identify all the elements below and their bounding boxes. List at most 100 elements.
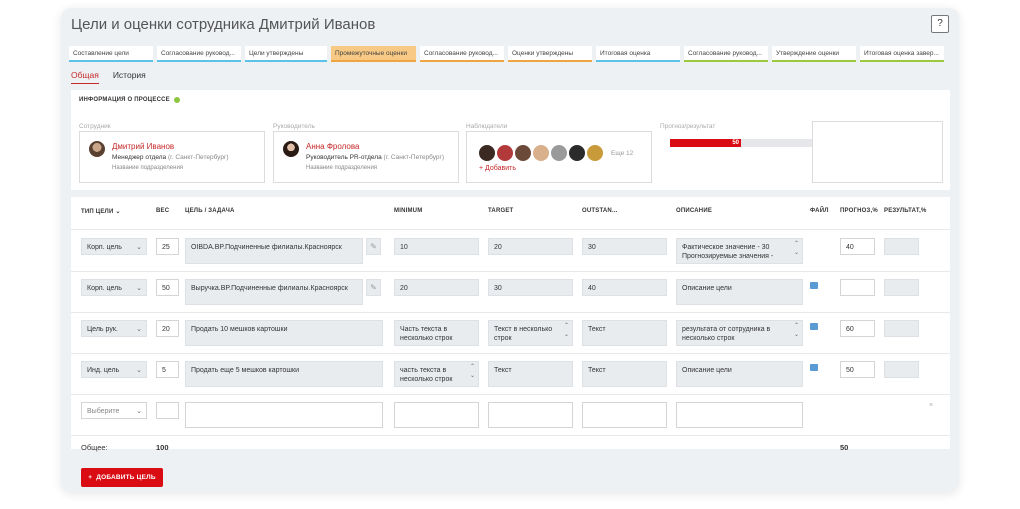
edit-pencil-icon[interactable]: ✎ (366, 279, 381, 296)
manager-role: Руководитель PR-отдела (г. Санкт-Петербу… (306, 154, 444, 161)
new-weight-input[interactable] (156, 402, 179, 419)
minimum-textarea[interactable]: часть текста в несколько строк и... ⌃⌄ (394, 361, 479, 387)
goal-input[interactable]: OIBDA.BP.Подчиненные филиалы.Красноярск (185, 238, 363, 264)
target-input[interactable]: 30 (488, 279, 573, 296)
outstanding-input[interactable]: 30 (582, 238, 667, 255)
goals-table: ТИП ЦЕЛИ ⌄ ВЕС ЦЕЛЬ / ЗАДАЧА MINIMUM TAR… (71, 197, 950, 487)
col-header-description: ОПИСАНИЕ (676, 208, 713, 214)
manager-avatar (283, 141, 299, 157)
new-description-input[interactable] (676, 402, 803, 428)
goal-type-value: Инд. цель (87, 367, 120, 374)
goals-window: Цели и оценки сотрудника Дмитрий Иванов … (61, 8, 959, 492)
result-input[interactable] (884, 361, 919, 378)
new-outstanding-input[interactable] (582, 402, 667, 428)
result-input[interactable] (884, 320, 919, 337)
description-textarea[interactable]: Описание цели (676, 361, 803, 387)
weight-input[interactable]: 5 (156, 361, 179, 378)
weight-input[interactable]: 20 (156, 320, 179, 337)
weight-input[interactable]: 25 (156, 238, 179, 255)
goal-type-select[interactable]: Цель рук. ⌄ (81, 320, 147, 337)
forecast-input[interactable]: 40 (840, 238, 875, 255)
minimum-input[interactable]: 20 (394, 279, 479, 296)
stage-item[interactable]: Согласование руковод... (157, 46, 241, 62)
target-input[interactable]: Текст (488, 361, 573, 387)
help-button[interactable]: ? (931, 15, 949, 33)
stage-item[interactable]: Цели утверждены (245, 46, 327, 62)
minimum-input[interactable]: Часть текста в несколько строк (394, 320, 479, 346)
observer-avatar[interactable] (551, 145, 567, 161)
chevron-down-icon: ⌄ (136, 408, 142, 415)
tab-history[interactable]: История (113, 70, 146, 84)
scroll-updown-icon[interactable]: ⌃ ⌄ (564, 322, 569, 340)
col-header-weight: ВЕС (156, 208, 170, 214)
stage-item[interactable]: Согласование руковод... (684, 46, 768, 62)
goal-type-select[interactable]: Корп. цель ⌄ (81, 279, 147, 296)
process-stages: Составление цели Согласование руковод...… (69, 46, 944, 62)
new-minimum-input[interactable] (394, 402, 479, 428)
manager-name[interactable]: Анна Фролова (306, 142, 359, 151)
target-input[interactable]: 20 (488, 238, 573, 255)
stage-item[interactable]: Оценки утверждены (508, 46, 592, 62)
new-goal-type-select[interactable]: Выберите ⌄ (81, 402, 147, 419)
weight-input[interactable]: 50 (156, 279, 179, 296)
goal-input[interactable]: Выручка.BP.Подчиненные филиалы.Красноярс… (185, 279, 363, 305)
scroll-updown-icon[interactable]: ⌃ ⌄ (794, 240, 799, 258)
chevron-down-icon: ⌄ (136, 367, 142, 374)
forecast-input[interactable]: 50 (840, 361, 875, 378)
goal-input[interactable]: Продать 10 мешков картошки (185, 320, 383, 346)
manager-role-text: Руководитель PR-отдела (306, 154, 382, 161)
goal-type-select[interactable]: Инд. цель ⌄ (81, 361, 147, 378)
stage-item[interactable]: Составление цели (69, 46, 153, 62)
stage-item[interactable]: Итоговая оценка (596, 46, 680, 62)
file-attachment-icon[interactable] (810, 364, 818, 371)
minimum-input[interactable]: 10 (394, 238, 479, 255)
observer-avatar[interactable] (587, 145, 603, 161)
col-header-type[interactable]: ТИП ЦЕЛИ ⌄ (81, 208, 121, 215)
edit-pencil-icon[interactable]: ✎ (366, 238, 381, 255)
page-title: Цели и оценки сотрудника Дмитрий Иванов (71, 16, 376, 33)
observer-avatar[interactable] (569, 145, 585, 161)
file-attachment-icon[interactable] (810, 323, 818, 330)
file-attachment-icon[interactable] (810, 282, 818, 289)
tab-general[interactable]: Общая (71, 70, 99, 84)
target-textarea[interactable]: Текст в несколько строк ⌃ ⌄ (488, 320, 573, 346)
col-header-type-label: ТИП ЦЕЛИ (81, 209, 114, 215)
forecast-input[interactable]: 60 (840, 320, 875, 337)
scroll-updown-icon[interactable]: ⌃ ⌄ (470, 363, 475, 381)
stage-item[interactable]: Утверждение оценки (772, 46, 856, 62)
forecast-progress-bar: 50 (670, 139, 812, 147)
description-textarea[interactable]: результата от сотрудника в несколько стр… (676, 320, 803, 346)
observer-avatar[interactable] (533, 145, 549, 161)
add-observer-link[interactable]: + Добавить (479, 165, 516, 172)
close-icon[interactable]: × (929, 402, 933, 409)
goal-type-select[interactable]: Корп. цель ⌄ (81, 238, 147, 255)
manager-city: (г. Санкт-Петербург) (383, 154, 445, 161)
result-input[interactable] (884, 279, 919, 296)
result-input[interactable] (884, 238, 919, 255)
observer-avatar[interactable] (479, 145, 495, 161)
observers-more[interactable]: Еще 12 (611, 150, 633, 157)
stage-item[interactable]: Согласование руковод... (420, 46, 504, 62)
description-textarea[interactable]: Фактическое значение - 30 Прогнозируемые… (676, 238, 803, 264)
observer-avatar[interactable] (515, 145, 531, 161)
goal-input[interactable]: Продать еще 5 мешков картошки (185, 361, 383, 387)
forecast-input[interactable] (840, 279, 875, 296)
new-target-input[interactable] (488, 402, 573, 428)
new-goal-input[interactable] (185, 402, 383, 428)
description-text: результата от сотрудника в несколько стр… (682, 326, 771, 342)
plus-icon: + (88, 474, 93, 481)
row-divider (71, 435, 950, 436)
description-textarea[interactable]: Описание цели (676, 279, 803, 305)
scroll-updown-icon[interactable]: ⌃ ⌄ (794, 322, 799, 340)
outstanding-input[interactable]: Текст (582, 361, 667, 387)
outstanding-input[interactable]: 40 (582, 279, 667, 296)
outstanding-input[interactable]: Текст (582, 320, 667, 346)
chevron-down-icon: ⌄ (136, 244, 142, 251)
stage-item-active[interactable]: Промежуточные оценки (331, 46, 416, 62)
stage-item[interactable]: Итоговая оценка завер... (860, 46, 944, 62)
employee-avatar (89, 141, 105, 157)
add-goal-button[interactable]: + ДОБАВИТЬ ЦЕЛЬ (81, 468, 163, 487)
employee-name[interactable]: Дмитрий Иванов (112, 142, 174, 151)
observer-avatar[interactable] (497, 145, 513, 161)
employee-label: Сотрудник (79, 123, 111, 130)
